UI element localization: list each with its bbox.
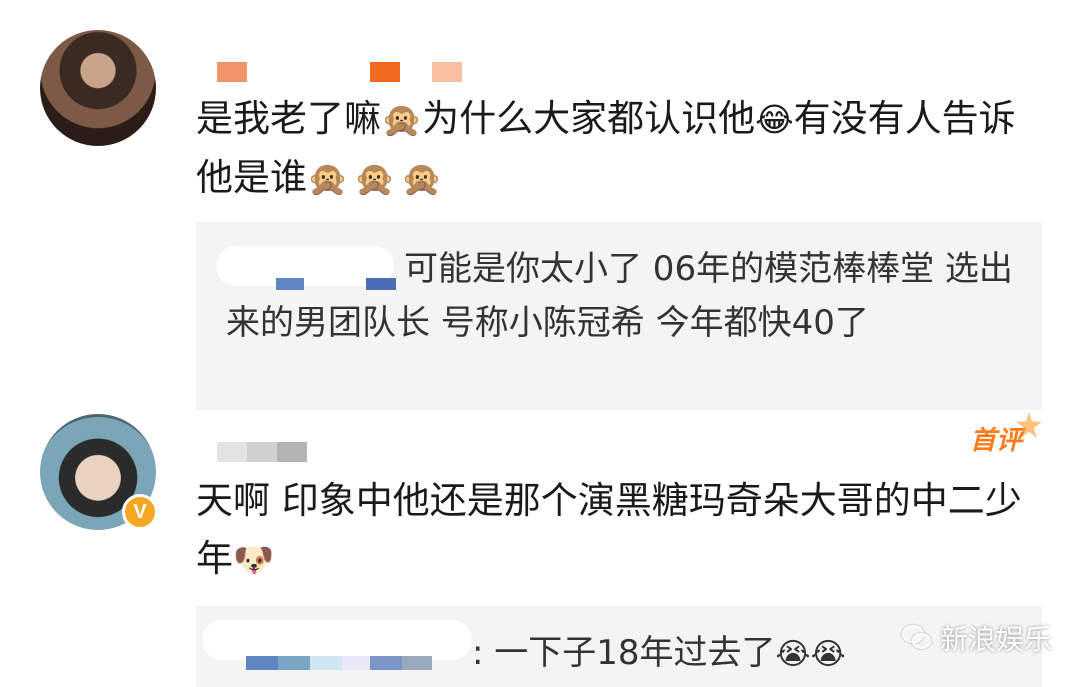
reply-text: : 一下子18年过去了😭😭	[472, 626, 846, 682]
watermark-text: 新浪娱乐	[940, 623, 1053, 656]
dog-emoji-icon: 🐶	[233, 540, 275, 579]
watermark: 新浪娱乐	[902, 618, 1052, 658]
user-avatar[interactable]	[40, 30, 156, 146]
username-mosaic[interactable]	[217, 442, 247, 462]
comment-body: 是我老了嘛🙊为什么大家都认识他😂有没有人告诉他是谁🙊🙊🙊	[196, 90, 1046, 208]
comment-text: 天啊 印象中他还是那个演黑糖玛奇朵大哥的中二少年	[196, 479, 1022, 580]
monkey-emoji-icon: 🙊🙊🙊	[307, 159, 449, 198]
reply-text: 可能是你太小了 06年的模范棒棒堂 选出来的男团队长 号称小陈冠希 今年都快40…	[226, 249, 1013, 343]
username-mosaic	[246, 656, 278, 670]
username-mosaic	[310, 656, 342, 670]
first-comment-badge: 首评	[970, 425, 1023, 455]
monkey-emoji-icon: 🙊	[381, 100, 423, 139]
username-mosaic	[370, 656, 402, 670]
username-mosaic	[342, 656, 370, 670]
comment-body: 天啊 印象中他还是那个演黑糖玛奇朵大哥的中二少年🐶	[196, 472, 1046, 589]
username-mosaic	[278, 656, 310, 670]
verified-badge-icon: V	[122, 494, 158, 530]
wechat-logo-icon	[902, 625, 932, 651]
reply-box[interactable]: 可能是你太小了 06年的模范棒棒堂 选出来的男团队长 号称小陈冠希 今年都快40…	[196, 222, 1042, 410]
comment-text-part: 是我老了嘛	[196, 97, 381, 140]
username-mosaic	[277, 442, 307, 462]
reply-text-content: : 一下子18年过去了	[472, 633, 776, 673]
username-mosaic	[402, 656, 432, 670]
reply-username-mask	[202, 620, 472, 660]
username-mosaic[interactable]	[217, 62, 247, 82]
username-mosaic	[432, 62, 462, 82]
crying-emoji-icon: 😭😭	[775, 637, 846, 672]
comment-text-part: 为什么大家都认识他	[422, 97, 756, 140]
username-mosaic	[370, 62, 400, 82]
username-mosaic	[247, 442, 277, 462]
laughing-emoji-icon: 😂	[755, 100, 794, 139]
